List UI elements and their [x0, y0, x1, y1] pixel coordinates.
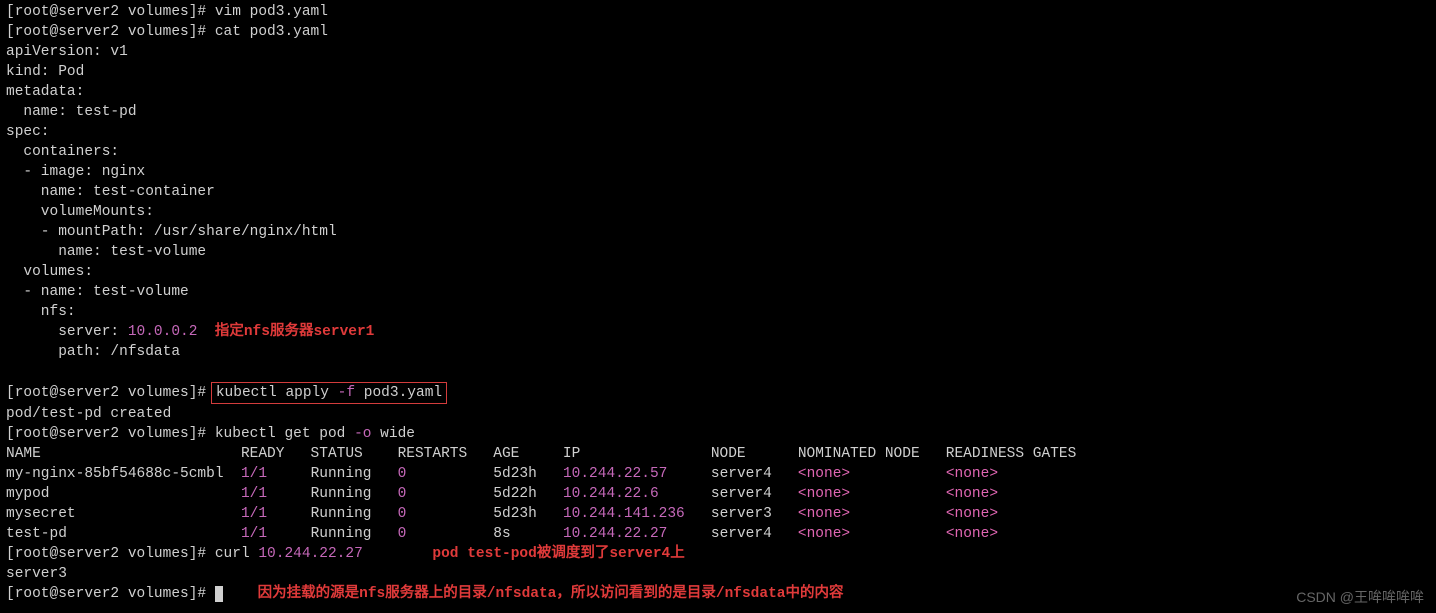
- cmd-line-apply: [root@server2 volumes]# kubectl apply -f…: [6, 382, 1430, 404]
- yaml-line: metadata:: [6, 82, 1430, 102]
- cmd-line-cat: [root@server2 volumes]# cat pod3.yaml: [6, 22, 1430, 42]
- watermark: CSDN @王哞哞哞哞: [1296, 588, 1424, 607]
- table-row: mysecret 1/1 Running 0 5d23h 10.244.141.…: [6, 504, 1430, 524]
- yaml-line: - mountPath: /usr/share/nginx/html: [6, 222, 1430, 242]
- curl-output: server3: [6, 564, 1430, 584]
- table-header: NAME READY STATUS RESTARTS AGE IP NODE N…: [6, 444, 1430, 464]
- blank-line: [6, 362, 1430, 382]
- annotation-mount-source: 因为挂载的源是nfs服务器上的目录/nfsdata，所以访问看到的是目录/nfs…: [258, 586, 844, 602]
- yaml-line: kind: Pod: [6, 62, 1430, 82]
- yaml-line: - image: nginx: [6, 162, 1430, 182]
- yaml-line: name: test-pd: [6, 102, 1430, 122]
- curl-target-ip: 10.244.22.27: [258, 546, 362, 562]
- yaml-line: volumes:: [6, 262, 1430, 282]
- cmd-line-vim: [root@server2 volumes]# vim pod3.yaml: [6, 2, 1430, 22]
- table-row: test-pd 1/1 Running 0 8s 10.244.22.27 se…: [6, 524, 1430, 544]
- highlight-box: kubectl apply -f pod3.yaml: [211, 382, 447, 404]
- command: vim pod3.yaml: [215, 4, 328, 20]
- yaml-path-line: path: /nfsdata: [6, 342, 1430, 362]
- yaml-output: apiVersion: v1kind: Podmetadata: name: t…: [6, 42, 1430, 322]
- pod-table: my-nginx-85bf54688c-5cmbl 1/1 Running 0 …: [6, 464, 1430, 544]
- nfs-server-ip: 10.0.0.2: [128, 324, 198, 340]
- yaml-server-line: server: 10.0.0.2 指定nfs服务器server1: [6, 322, 1430, 342]
- annotation-nfs-server: 指定nfs服务器server1: [215, 324, 375, 340]
- yaml-line: spec:: [6, 122, 1430, 142]
- yaml-line: - name: test-volume: [6, 282, 1430, 302]
- table-row: my-nginx-85bf54688c-5cmbl 1/1 Running 0 …: [6, 464, 1430, 484]
- yaml-line: apiVersion: v1: [6, 42, 1430, 62]
- cmd-line-final: [root@server2 volumes]# 因为挂载的源是nfs服务器上的目…: [6, 584, 1430, 604]
- cmd-line-curl: [root@server2 volumes]# curl 10.244.22.2…: [6, 544, 1430, 564]
- terminal-output: [root@server2 volumes]# vim pod3.yaml [r…: [6, 2, 1430, 604]
- yaml-line: name: test-volume: [6, 242, 1430, 262]
- yaml-line: name: test-container: [6, 182, 1430, 202]
- prompt: [root@server2 volumes]#: [6, 4, 215, 20]
- cmd-line-get: [root@server2 volumes]# kubectl get pod …: [6, 424, 1430, 444]
- apply-result: pod/test-pd created: [6, 404, 1430, 424]
- table-row: mypod 1/1 Running 0 5d22h 10.244.22.6 se…: [6, 484, 1430, 504]
- yaml-line: volumeMounts:: [6, 202, 1430, 222]
- annotation-scheduled-node: pod test-pod被调度到了server4上: [432, 546, 684, 562]
- yaml-line: nfs:: [6, 302, 1430, 322]
- yaml-line: containers:: [6, 142, 1430, 162]
- cursor[interactable]: [215, 586, 223, 602]
